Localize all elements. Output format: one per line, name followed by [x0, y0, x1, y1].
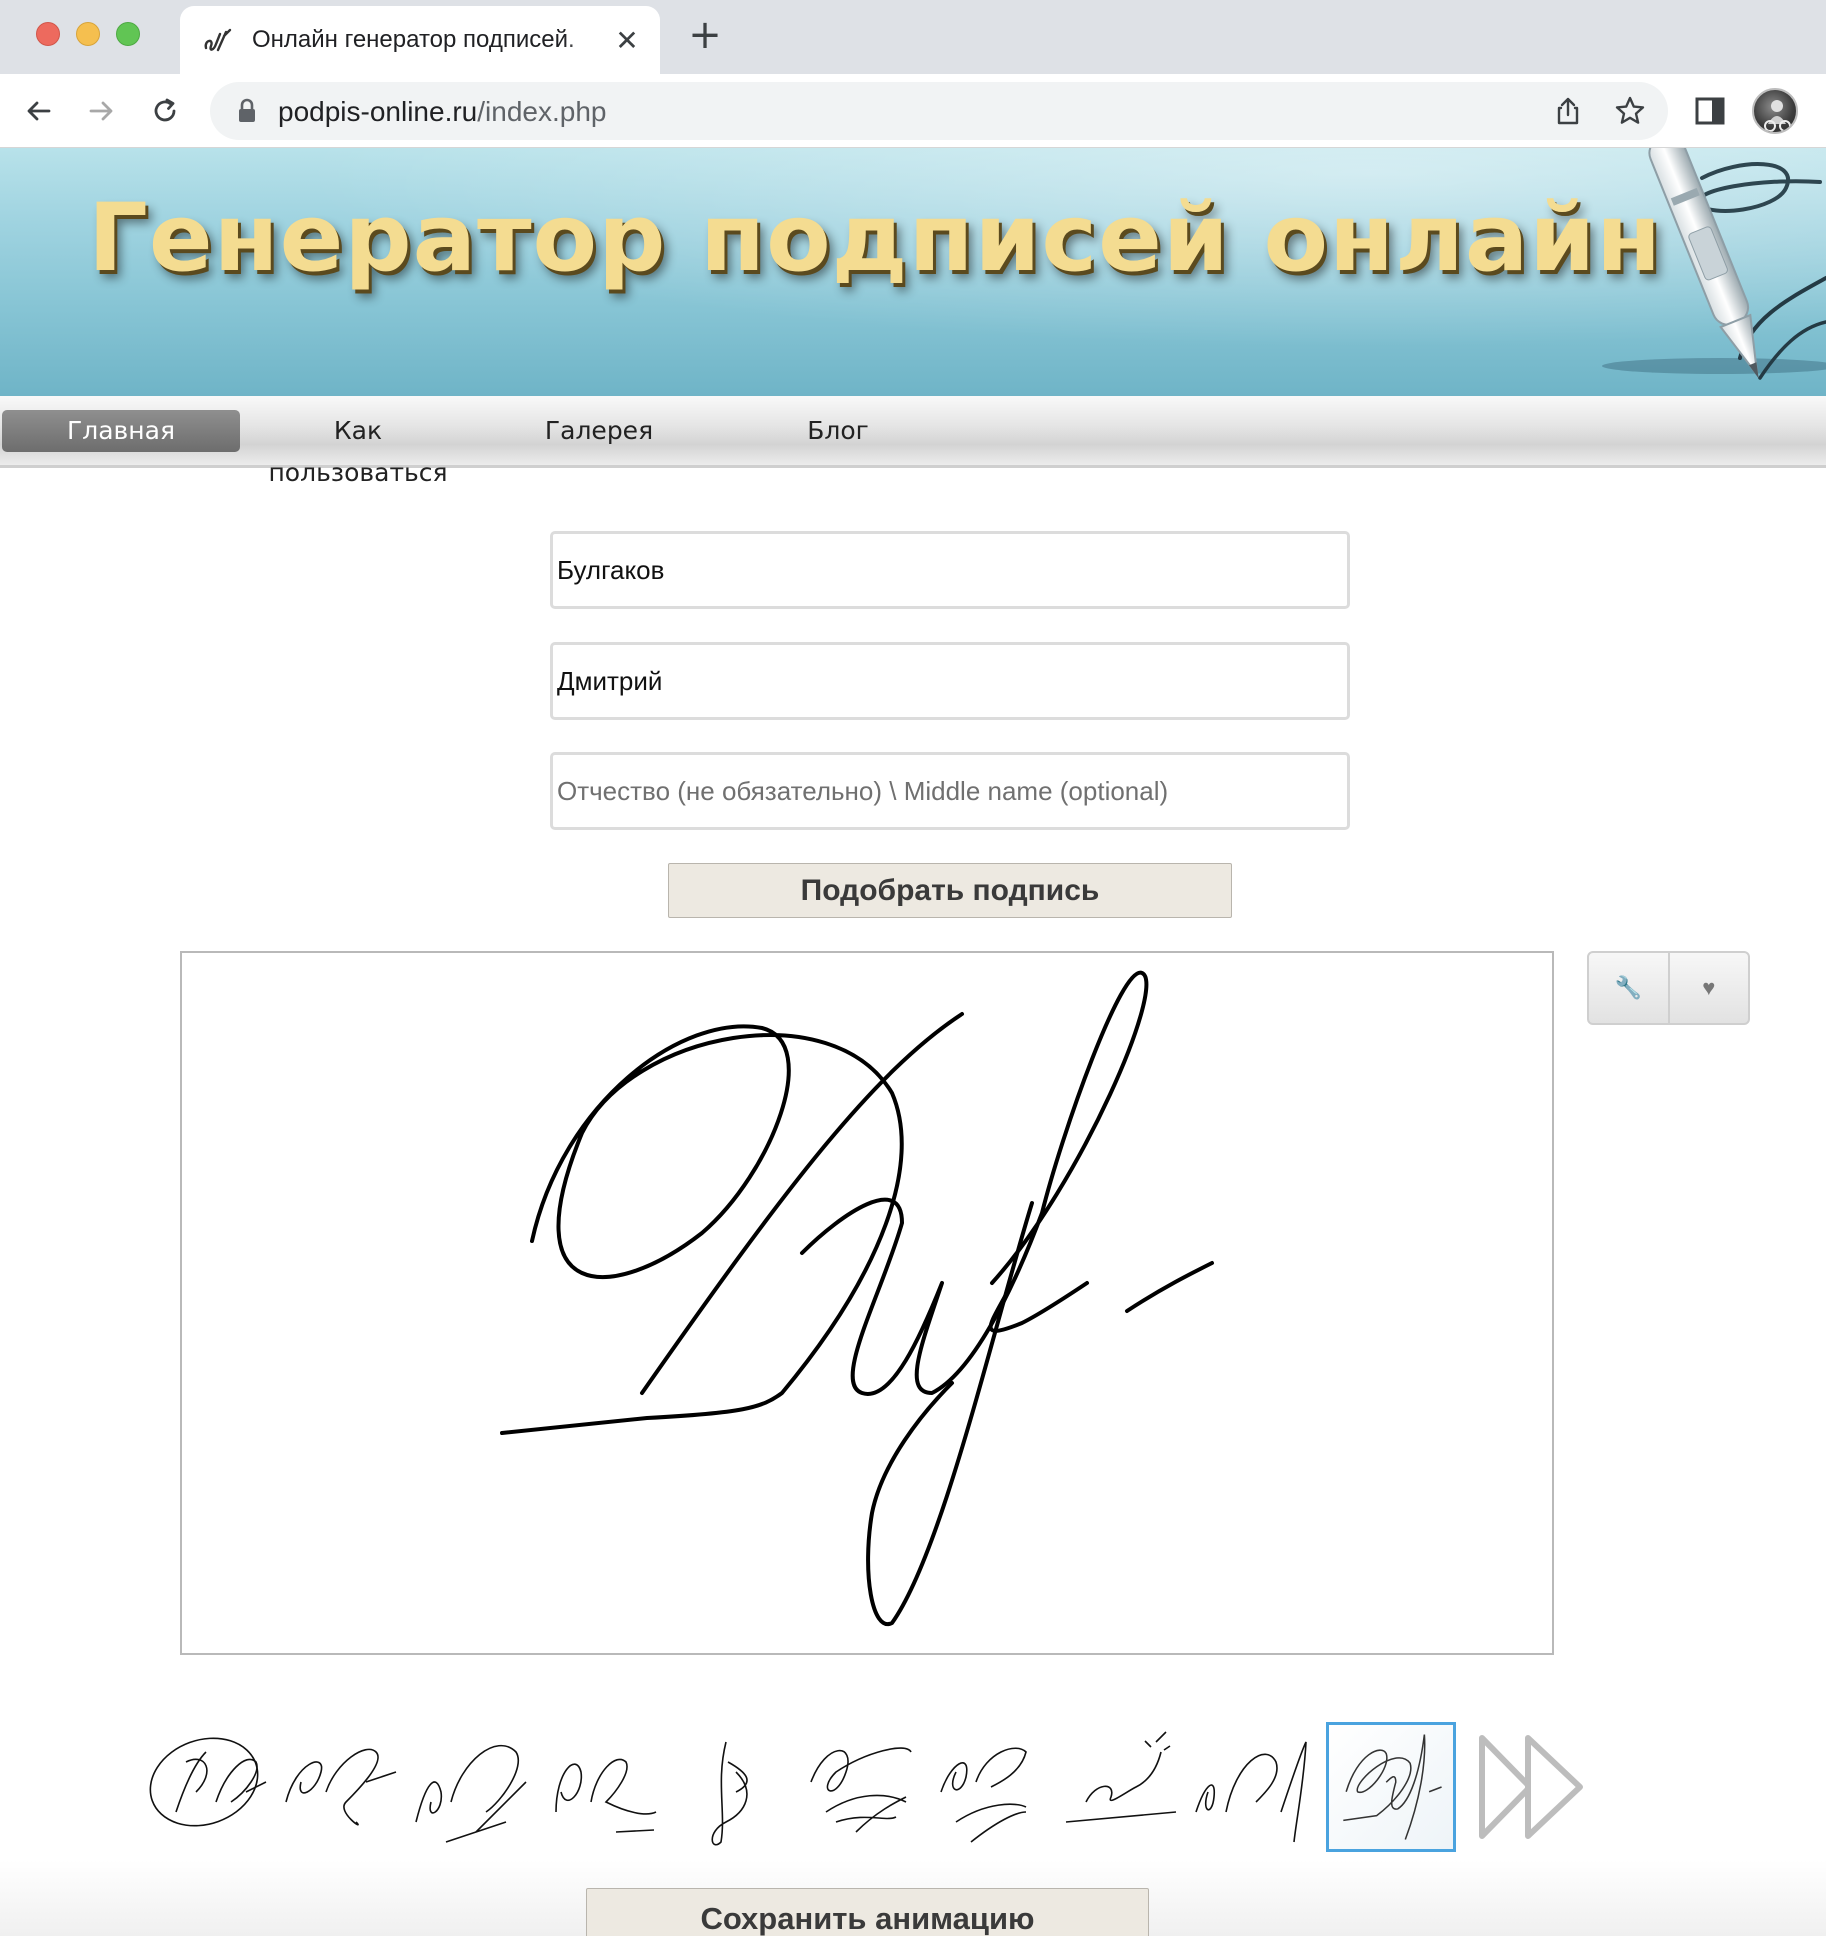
url-text: podpis-online.ru/index.php [278, 96, 606, 128]
site-header-banner: Генератор подписей онлайн [0, 148, 1826, 396]
back-button[interactable] [18, 90, 60, 132]
reload-button[interactable] [144, 90, 186, 132]
pen-illustration [1602, 148, 1826, 380]
browser-toolbar: podpis-online.ru/index.php [0, 74, 1826, 148]
close-window-button[interactable] [36, 22, 60, 46]
nav-item-how-to-use[interactable]: Как пользоваться [248, 410, 468, 487]
wrench-icon[interactable]: 🔧 [1589, 953, 1668, 1023]
reload-icon [154, 98, 176, 122]
signature-drawing [500, 970, 1214, 1627]
url-path: /index.php [477, 96, 607, 127]
url-host: podpis-online.ru [278, 96, 478, 127]
lock-icon [239, 98, 255, 122]
tab-title-fade [564, 22, 608, 58]
side-panel-icon[interactable] [1694, 96, 1726, 126]
signature-thumbnails [146, 1722, 1486, 1856]
address-bar[interactable]: podpis-online.ru/index.php [210, 82, 1668, 140]
signature-thumbnail[interactable] [536, 1722, 666, 1852]
signature-thumbnail[interactable] [796, 1722, 926, 1852]
signature-favicon-icon [204, 28, 232, 52]
bookmark-star-icon[interactable] [1614, 95, 1646, 127]
site-navigation: Главная Как пользоваться Галерея Блог [0, 396, 1826, 487]
arrow-right-icon [89, 101, 113, 121]
first-name-input[interactable] [550, 642, 1350, 720]
heart-icon[interactable]: ♥ [1667, 953, 1749, 1023]
nav-item-gallery[interactable]: Галерея [512, 410, 686, 452]
signature-thumbnail[interactable] [406, 1722, 536, 1852]
profile-photo-icon [1764, 100, 1791, 132]
signature-thumbnail[interactable] [1056, 1722, 1186, 1852]
forward-button[interactable] [80, 90, 122, 132]
share-icon[interactable] [1552, 95, 1584, 127]
signature-tools: 🔧 ♥ [1587, 951, 1750, 1025]
signature-thumbnail-selected[interactable] [1326, 1722, 1456, 1852]
signature-thumbnail[interactable] [926, 1722, 1056, 1852]
find-signature-button[interactable]: Подобрать подпись [668, 863, 1232, 918]
last-name-input[interactable] [550, 531, 1350, 609]
next-page-icon[interactable] [1476, 1732, 1586, 1842]
nav-item-blog[interactable]: Блог [760, 410, 916, 452]
signature-thumbnail[interactable] [276, 1722, 406, 1852]
maximize-window-button[interactable] [116, 22, 140, 46]
middle-name-input[interactable] [550, 752, 1350, 830]
new-tab-button[interactable]: + [688, 15, 722, 55]
signature-thumbnail[interactable] [1186, 1722, 1316, 1852]
signature-thumbnail[interactable] [666, 1722, 796, 1852]
arrow-left-icon [27, 101, 51, 121]
signature-thumbnail[interactable] [146, 1722, 276, 1852]
tab-close-icon[interactable]: ✕ [612, 26, 642, 56]
signature-preview-canvas [180, 951, 1554, 1655]
tab-title: Онлайн генератор подписей. [252, 26, 575, 53]
nav-item-home[interactable]: Главная [2, 410, 240, 452]
profile-avatar[interactable] [1752, 88, 1798, 134]
minimize-window-button[interactable] [76, 22, 100, 46]
save-animation-button[interactable]: Сохранить анимацию [586, 1888, 1149, 1936]
site-title: Генератор подписей онлайн [88, 184, 1663, 293]
browser-tab-bar: Онлайн генератор подписей. ✕ + [0, 0, 1826, 74]
browser-tab-active[interactable]: Онлайн генератор подписей. ✕ [180, 6, 660, 74]
